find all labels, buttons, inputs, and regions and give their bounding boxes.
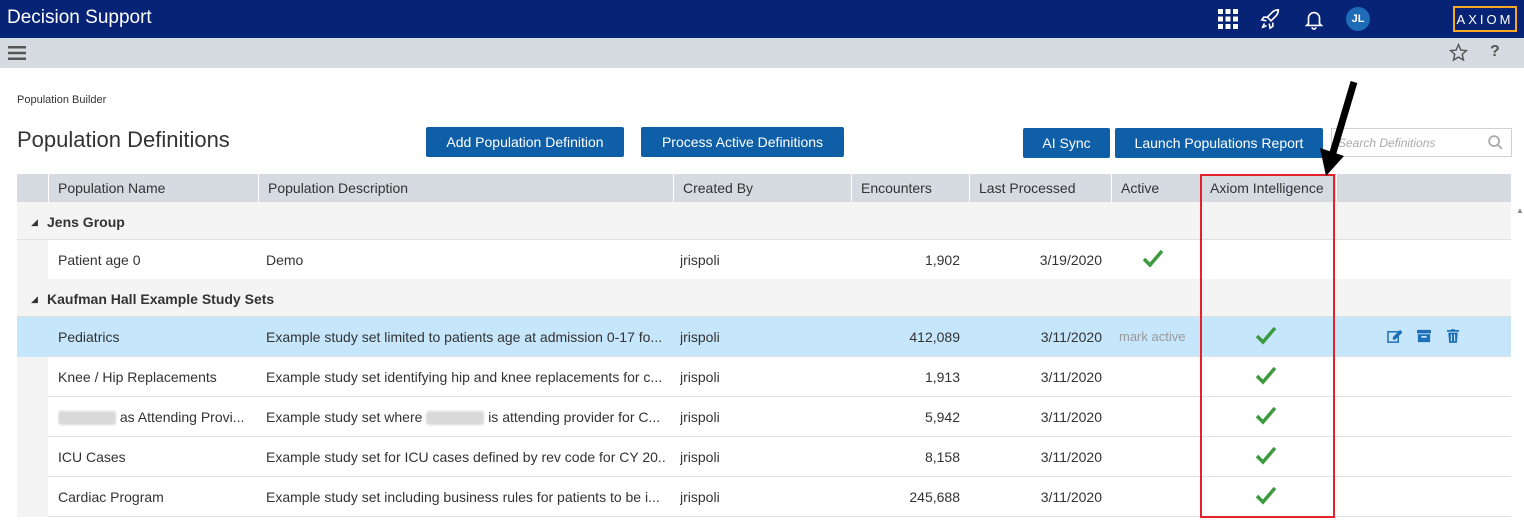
encounters: 1,913 xyxy=(924,369,960,385)
created-by: jrispoli xyxy=(680,329,720,345)
last-processed: 3/11/2020 xyxy=(1040,489,1102,505)
add-population-definition-button[interactable]: Add Population Definition xyxy=(426,127,624,157)
last-processed: 3/19/2020 xyxy=(1039,252,1102,268)
population-description: Example study set identifying hip and kn… xyxy=(266,369,663,385)
collapse-caret-icon[interactable]: ◢ xyxy=(31,294,38,305)
population-name: Cardiac Program xyxy=(58,489,164,505)
population-name-text: as Attending Provi... xyxy=(119,409,245,425)
apps-grid-icon[interactable] xyxy=(1215,6,1241,32)
active-check-icon xyxy=(1142,248,1164,270)
last-processed: 3/11/2020 xyxy=(1040,329,1102,345)
population-name: Knee / Hip Replacements xyxy=(58,369,217,385)
population-description-start: Example study set where xyxy=(266,409,423,425)
created-by: jrispoli xyxy=(680,409,720,425)
rocket-icon[interactable] xyxy=(1258,6,1284,32)
column-header-encounters[interactable]: Encounters xyxy=(851,174,969,202)
encounters: 8,158 xyxy=(924,449,960,465)
population-description: Example study set where is attending pro… xyxy=(266,397,666,437)
created-by: jrispoli xyxy=(680,369,720,385)
star-favorite-icon[interactable] xyxy=(1448,42,1469,67)
annotation-arrow xyxy=(1320,81,1358,176)
created-by: jrispoli xyxy=(680,449,720,465)
collapse-caret-icon[interactable]: ◢ xyxy=(31,217,38,228)
process-active-definitions-button[interactable]: Process Active Definitions xyxy=(641,127,844,157)
column-header-actions xyxy=(1336,174,1511,202)
row-indent xyxy=(17,477,48,517)
page-title: Population Definitions xyxy=(17,127,230,152)
row-indent xyxy=(17,437,48,477)
hamburger-menu-icon[interactable] xyxy=(8,45,26,66)
population-name: Patient age 0 xyxy=(58,252,141,268)
highlight-box xyxy=(1200,174,1335,518)
launch-populations-report-button[interactable]: Launch Populations Report xyxy=(1115,128,1323,158)
column-header-population-description[interactable]: Population Description xyxy=(258,174,673,202)
encounters: 245,688 xyxy=(909,489,960,505)
encounters: 412,089 xyxy=(909,329,960,345)
search-icon[interactable] xyxy=(1487,134,1504,156)
created-by: jrispoli xyxy=(680,252,720,268)
population-name: ICU Cases xyxy=(58,449,126,465)
population-description: Example study set limited to patients ag… xyxy=(266,329,663,345)
row-indent xyxy=(17,397,48,437)
group-label: Jens Group xyxy=(47,214,125,230)
population-description-end: is attending provider for C... xyxy=(488,409,661,425)
redacted-name xyxy=(426,411,485,426)
column-header-population-name[interactable]: Population Name xyxy=(48,174,258,202)
bell-icon[interactable] xyxy=(1301,6,1327,32)
breadcrumb[interactable]: Population Builder xyxy=(17,94,106,106)
axiom-logo: AXIOM xyxy=(1453,6,1517,32)
encounters: 5,942 xyxy=(924,409,960,425)
avatar[interactable]: JL xyxy=(1346,7,1370,31)
created-by: jrispoli xyxy=(680,489,720,505)
app-title: Decision Support xyxy=(7,7,152,28)
column-header-last-processed[interactable]: Last Processed xyxy=(969,174,1111,202)
ai-sync-button[interactable]: AI Sync xyxy=(1023,128,1110,158)
last-processed: 3/11/2020 xyxy=(1040,409,1102,425)
redacted-name xyxy=(58,411,116,426)
archive-icon[interactable] xyxy=(1417,329,1431,348)
row-indent xyxy=(17,240,48,280)
delete-trash-icon[interactable] xyxy=(1447,329,1459,348)
secondary-toolbar: ? xyxy=(0,38,1524,68)
help-icon[interactable]: ? xyxy=(1490,43,1500,61)
encounters: 1,902 xyxy=(924,252,960,268)
population-name: Pediatrics xyxy=(58,329,120,345)
population-description: Example study set for ICU cases defined … xyxy=(266,449,666,465)
last-processed: 3/11/2020 xyxy=(1040,369,1102,385)
mark-active-link[interactable]: mark active xyxy=(1119,317,1204,357)
last-processed: 3/11/2020 xyxy=(1040,449,1102,465)
column-header-created-by[interactable]: Created By xyxy=(673,174,851,202)
population-description: Demo xyxy=(266,252,304,268)
top-bar: Decision Support JL AXIOM xyxy=(0,0,1524,38)
population-description: Example study set including business rul… xyxy=(266,489,660,505)
row-indent xyxy=(17,357,48,397)
population-name: as Attending Provi... xyxy=(58,397,253,437)
row-indent xyxy=(17,317,48,357)
edit-icon[interactable] xyxy=(1387,329,1403,349)
scroll-up-arrow-icon[interactable]: ▲ xyxy=(1516,206,1524,215)
group-label: Kaufman Hall Example Study Sets xyxy=(47,291,275,307)
column-header-active[interactable]: Active xyxy=(1111,174,1200,202)
